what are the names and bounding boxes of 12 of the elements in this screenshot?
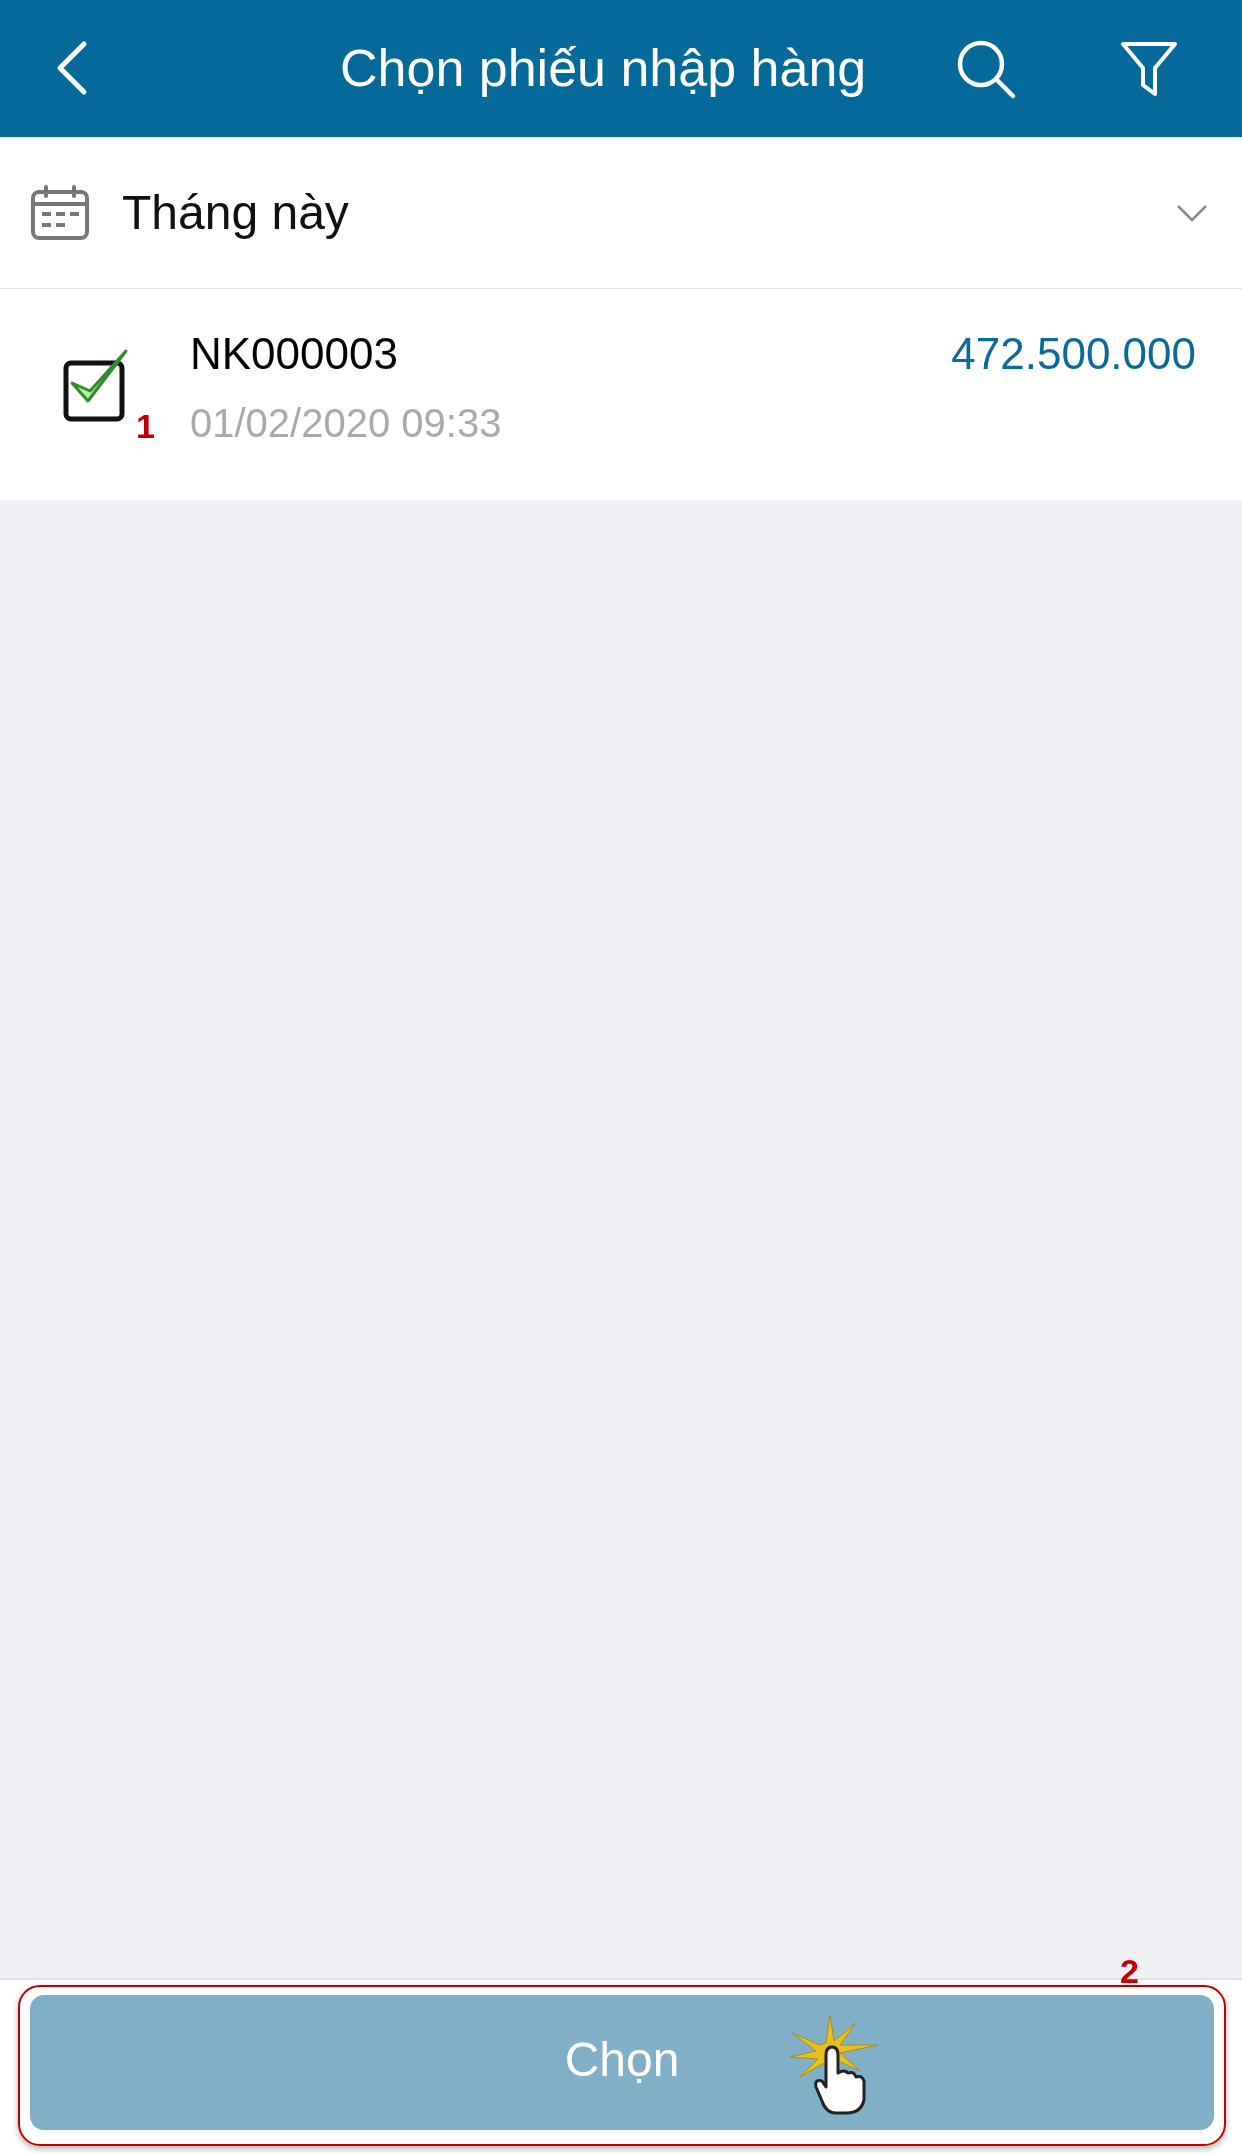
pointing-hand-icon [790,2015,880,2115]
screen-title: Chọn phiếu nhập hàng [340,38,867,98]
search-icon[interactable] [955,38,1017,100]
step-marker: 2 [1120,1952,1139,1991]
step-marker: 1 [136,407,155,446]
filter-icon[interactable] [1120,40,1178,98]
receipt-row[interactable]: 1 NK000003 01/02/2020 09:33 472.500.000 [0,289,1242,500]
chevron-down-icon[interactable] [1176,203,1208,222]
receipt-amount: 472.500.000 [951,328,1196,379]
calendar-icon [30,184,90,241]
receipt-code: NK000003 [190,329,399,379]
receipt-datetime: 01/02/2020 09:33 [190,401,503,446]
